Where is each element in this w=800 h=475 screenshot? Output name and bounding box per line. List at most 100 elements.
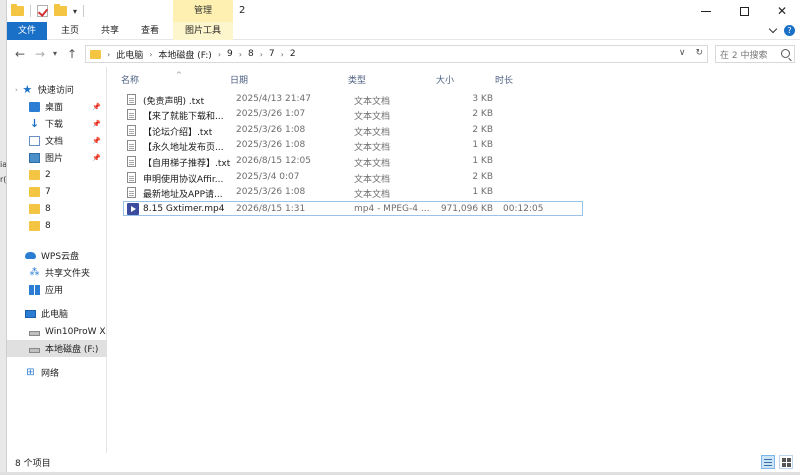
table-row[interactable]: 【来了就能下载和... 2025/3/26 1:07 文本文档 2 KB [123,107,583,122]
address-dropdown-icon[interactable]: ∨ [679,48,686,58]
folder-icon [29,220,40,231]
folder-icon [29,186,40,197]
nav-item-label: 2 [45,169,51,180]
nav-drive-f[interactable]: 本地磁盘 (F:) [7,340,107,357]
tab-home[interactable]: 主页 [53,22,87,40]
nav-quick-access[interactable]: › ★ 快速访问 [7,81,107,98]
nav-item-label: 下载 [45,120,64,130]
nav-item-desktop[interactable]: 桌面 📌 [7,98,107,115]
expand-ribbon-icon[interactable] [768,24,778,34]
tab-picture-tools[interactable]: 图片工具 [173,22,233,40]
file-type: 文本文档 [354,159,391,169]
tab-file[interactable]: 文件 [7,22,47,40]
address-bar[interactable]: › 此电脑 › 本地磁盘 (F:) › 9 › 8 › 7 › 2 ∨ ↻ [85,45,708,63]
file-date: 2025/3/4 0:07 [236,172,300,182]
column-header-name[interactable]: 名称 ^ [121,71,182,86]
forward-icon[interactable]: → [35,47,45,61]
close-button[interactable]: ✕ [763,0,800,22]
nav-item-label: 文档 [45,137,64,147]
file-date: 2025/3/26 1:07 [236,109,306,119]
breadcrumb-drive-f[interactable]: 本地磁盘 (F:) [158,48,211,61]
file-date: 2025/3/26 1:08 [236,125,306,135]
tab-share[interactable]: 共享 [93,22,127,40]
file-date: 2025/3/26 1:08 [236,187,306,197]
table-row-selected[interactable]: 8.15 Gxtimer.mp4 2026/8/15 1:31 mp4 - MP… [123,201,583,216]
nav-item-documents[interactable]: 文档 📌 [7,132,107,149]
file-type: 文本文档 [354,190,391,200]
document-icon [29,135,40,146]
nav-drive-c[interactable]: Win10ProW X [7,323,107,340]
breadcrumb-8[interactable]: 8 [248,49,254,59]
nav-item-folder-2[interactable]: 2 [7,166,107,183]
large-icons-view-button[interactable] [779,455,793,469]
file-name: 【自用梯子推荐】.txt [143,159,231,169]
table-row[interactable]: 最新地址及APP请... 2025/3/26 1:08 文本文档 1 KB [123,185,583,200]
customize-dropdown-icon[interactable]: ▾ [73,7,77,16]
column-header-date[interactable]: 日期 [230,73,248,86]
nav-wps-cloud[interactable]: WPS云盘 [7,247,107,264]
explorer-window: ▾ 管理 2 ✕ 文件 主页 共享 查看 图片工具 ? ← → ▾ ↑ › 此电… [6,0,800,472]
nav-item-downloads[interactable]: ↓ 下载 📌 [7,115,107,132]
column-header-duration[interactable]: 时长 [495,73,513,86]
manage-tab[interactable]: 管理 [173,0,233,22]
recent-locations-icon[interactable]: ▾ [53,49,57,58]
search-input[interactable]: 在 2 中搜索 [715,45,795,63]
file-duration: 00:12:05 [503,204,544,214]
nav-item-folder-7[interactable]: 7 [7,183,107,200]
breadcrumb-separator: › [149,49,153,59]
nav-item-folder-8[interactable]: 8 [7,200,107,217]
collapse-chevron-icon[interactable]: › [15,86,18,94]
nav-this-pc[interactable]: 此电脑 [7,305,107,322]
nav-network[interactable]: ⊞ 网络 [7,364,107,381]
table-row[interactable]: 【论坛介绍】.txt 2025/3/26 1:08 文本文档 2 KB [123,123,583,138]
minimize-button[interactable] [687,0,725,22]
table-row[interactable]: (免责声明) .txt 2025/4/13 21:47 文本文档 3 KB [123,92,583,107]
maximize-button[interactable] [725,0,763,22]
search-placeholder: 在 2 中搜索 [720,50,768,61]
properties-icon[interactable] [37,5,48,17]
file-name: 申明使用协议Affir... [143,175,224,185]
breadcrumb-7[interactable]: 7 [269,49,275,59]
column-header-size[interactable]: 大小 [436,73,454,86]
tab-view[interactable]: 查看 [133,22,167,40]
folder-icon[interactable] [11,4,24,16]
address-row: ← → ▾ ↑ › 此电脑 › 本地磁盘 (F:) › 9 › 8 › 7 › … [7,41,800,67]
drive-icon [29,330,40,336]
file-name: 【永久地址发布页... [143,143,224,153]
file-name: 8.15 Gxtimer.mp4 [143,204,225,214]
refresh-icon[interactable]: ↻ [695,48,703,58]
video-file-icon [127,203,139,215]
breadcrumb-separator: › [259,49,263,59]
file-name: 【论坛介绍】.txt [143,128,213,138]
text-file-icon [127,140,136,151]
table-row[interactable]: 【永久地址发布页... 2025/3/26 1:08 文本文档 1 KB [123,138,583,153]
breadcrumb-2[interactable]: 2 [290,49,296,59]
breadcrumb-this-pc[interactable]: 此电脑 [116,48,143,61]
network-icon: ⊞ [26,366,35,378]
up-icon[interactable]: ↑ [67,47,77,61]
maximize-icon [739,6,749,16]
toolbar-divider [30,5,31,17]
back-icon[interactable]: ← [15,47,25,61]
nav-item-label: 图片 [45,154,64,164]
nav-apps[interactable]: 应用 [7,281,107,298]
picture-icon [29,152,40,163]
nav-item-label: 应用 [45,286,64,296]
file-type: 文本文档 [354,97,391,107]
folder-icon [90,49,101,59]
file-date: 2026/8/15 12:05 [236,156,311,166]
column-header-type[interactable]: 类型 [348,73,366,86]
details-view-button[interactable] [761,455,775,469]
table-row[interactable]: 【自用梯子推荐】.txt 2026/8/15 12:05 文本文档 1 KB [123,154,583,169]
nav-shared-folder[interactable]: ⁂ 共享文件夹 [7,264,107,281]
file-size: 2 KB [472,125,493,135]
new-folder-icon[interactable] [54,4,67,16]
help-icon[interactable]: ? [784,25,795,36]
breadcrumb-9[interactable]: 9 [227,49,233,59]
file-list: 名称 ^ 日期 类型 大小 时长 (免责声明) .txt 2025/4/13 2… [115,67,795,459]
address-actions: ∨ ↻ [679,48,703,58]
table-row[interactable]: 申明使用协议Affir... 2025/3/4 0:07 文本文档 2 KB [123,170,583,185]
drive-icon [29,347,40,353]
nav-item-folder-8b[interactable]: 8 [7,217,107,234]
nav-item-pictures[interactable]: 图片 📌 [7,149,107,166]
